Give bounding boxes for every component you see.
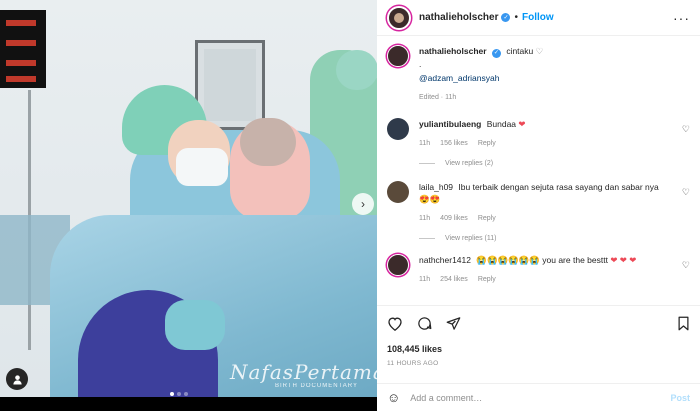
comment-username[interactable]: laila_h09: [419, 182, 453, 192]
view-replies-button[interactable]: View replies (2): [419, 160, 690, 167]
comment-likes[interactable]: 156 likes: [440, 138, 468, 150]
photo-mother-mask: [165, 300, 225, 350]
comment-item: yuliantibulaeng Bundaa ❤ 11h 156 likes R…: [387, 117, 690, 150]
comment-text: Bundaa: [486, 118, 517, 129]
post-actions: 108,445 likes 11 HOURS AGO: [377, 305, 700, 367]
comment-body: yuliantibulaeng Bundaa ❤ 11h 156 likes R…: [419, 118, 690, 150]
comment-text: you are the besttt: [542, 254, 608, 265]
post-image-panel: NafasPertama BIRTH DOCUMENTARY ›: [0, 0, 377, 411]
save-bookmark-icon[interactable]: [677, 316, 690, 336]
comment-time: 11h: [419, 214, 431, 222]
carousel-dot: [184, 392, 188, 396]
comment-emoji: ❤: [518, 118, 526, 129]
verified-badge-icon: ✓: [501, 13, 511, 22]
verified-badge-icon: ✓: [491, 48, 501, 58]
photo-monitor: [0, 10, 46, 88]
comment-emoji-prefix: 😭😭😭😭😭😭: [476, 254, 540, 265]
comment-body: nathcher1412 😭😭😭😭😭😭 you are the besttt ❤…: [419, 254, 690, 286]
comment-bubble-icon[interactable]: [417, 316, 432, 336]
header-separator: •: [514, 12, 518, 23]
carousel-dot: [170, 392, 174, 396]
carousel-dots: [170, 392, 188, 396]
caption-avatar[interactable]: [387, 45, 409, 67]
like-heart-icon[interactable]: [387, 316, 403, 336]
follow-button[interactable]: Follow: [522, 12, 554, 23]
caption-edited-time: Edited · 11h: [419, 93, 457, 101]
post-comment-button[interactable]: Post: [670, 393, 690, 403]
comment-avatar[interactable]: [387, 117, 409, 140]
comment-username[interactable]: nathcher1412: [419, 255, 471, 265]
like-comment-heart-icon[interactable]: ♡: [682, 260, 690, 271]
caption-username[interactable]: nathalieholscher: [419, 46, 487, 56]
like-comment-heart-icon[interactable]: ♡: [682, 124, 690, 135]
photo-doctor-mask: [176, 148, 228, 186]
reply-button[interactable]: Reply: [478, 213, 496, 225]
comment-avatar[interactable]: [387, 180, 409, 203]
share-paper-plane-icon[interactable]: [446, 316, 461, 336]
action-row: [387, 316, 690, 336]
comment-time: 11h: [419, 275, 431, 283]
post-side-panel: nathalieholscher ✓ • Follow ··· nathalie…: [377, 0, 700, 411]
add-comment-bar: ☺ Post: [377, 383, 700, 411]
photo-watermark: NafasPertama: [230, 360, 377, 384]
likes-count[interactable]: 108,445 likes: [387, 344, 690, 354]
add-comment-input[interactable]: [410, 392, 671, 403]
comment-emoji: ❤ ❤ ❤: [610, 254, 637, 265]
like-comment-heart-icon[interactable]: ♡: [682, 187, 690, 198]
comment-likes[interactable]: 254 likes: [440, 274, 468, 286]
comment-likes[interactable]: 409 likes: [440, 213, 468, 225]
author-username[interactable]: nathalieholscher: [419, 12, 498, 23]
comment-item: laila_h09 Ibu terbaik dengan sejuta rasa…: [387, 180, 690, 225]
view-replies-button[interactable]: View replies (11): [419, 235, 690, 242]
more-options-icon[interactable]: ···: [673, 10, 690, 26]
next-photo-arrow-icon[interactable]: ›: [352, 193, 374, 215]
reply-button[interactable]: Reply: [478, 138, 496, 150]
comment-username[interactable]: yuliantibulaeng: [419, 119, 481, 129]
caption-mention-link[interactable]: @adzam_adriansyah: [419, 72, 670, 84]
carousel-dot: [177, 392, 181, 396]
photo-nurse-cap: [336, 50, 377, 90]
photo-baby-head: [240, 118, 296, 166]
caption: nathalieholscher ✓ cintaku ♡ . @adzam_ad…: [387, 45, 690, 104]
comment-text: Ibu terbaik dengan sejuta rasa sayang da…: [458, 181, 659, 192]
author-avatar[interactable]: [387, 5, 411, 30]
post-timestamp: 11 HOURS AGO: [387, 360, 439, 367]
post-header: nathalieholscher ✓ • Follow ···: [377, 0, 700, 36]
caption-meta: Edited · 11h: [419, 92, 670, 104]
post-photo[interactable]: NafasPertama BIRTH DOCUMENTARY: [0, 0, 377, 397]
caption-body: nathalieholscher ✓ cintaku ♡ . @adzam_ad…: [419, 45, 690, 104]
comments-list[interactable]: nathalieholscher ✓ cintaku ♡ . @adzam_ad…: [377, 37, 700, 303]
caption-text: cintaku: [506, 46, 534, 56]
comment-avatar[interactable]: [387, 253, 409, 276]
caption-dot-line: .: [419, 58, 422, 69]
comment-body: laila_h09 Ibu terbaik dengan sejuta rasa…: [419, 181, 690, 225]
comment-time: 11h: [419, 139, 431, 147]
emoji-smiley-icon[interactable]: ☺: [387, 390, 400, 405]
caption-heart-icon: ♡: [535, 46, 544, 56]
comment-meta: 11h 254 likes Reply: [419, 274, 670, 286]
comment-emoji: 😍😍: [419, 193, 441, 204]
photo-watermark-sub: BIRTH DOCUMENTARY: [275, 383, 359, 389]
tagged-user-icon[interactable]: [6, 368, 28, 390]
comment-meta: 11h 409 likes Reply: [419, 213, 670, 225]
comment-meta: 11h 156 likes Reply: [419, 138, 670, 150]
reply-button[interactable]: Reply: [478, 274, 496, 286]
comment-item: nathcher1412 😭😭😭😭😭😭 you are the besttt ❤…: [387, 253, 690, 286]
